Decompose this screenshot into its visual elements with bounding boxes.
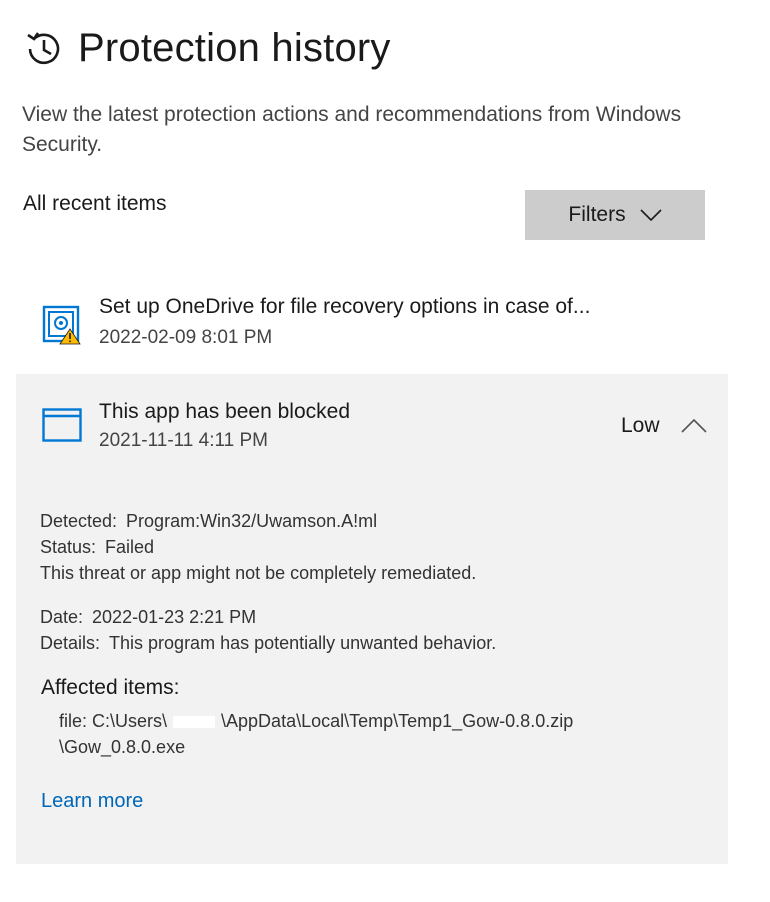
item-date: 2021-11-11 4:11 PM	[99, 430, 268, 451]
chevron-down-icon	[640, 209, 662, 222]
date-value: 2022-01-23 2:21 PM	[92, 607, 257, 627]
history-item[interactable]: Set up OneDrive for file recovery option…	[16, 285, 728, 371]
path-suffix: \AppData\Local\Temp\Temp1_Gow-0.8.0.zip	[221, 711, 574, 731]
app-window-icon	[42, 408, 82, 442]
date-label: Date:	[40, 607, 84, 627]
affected-file-path: file: C:\Users\ \AppData\Local\Temp\Temp1…	[59, 711, 573, 732]
filters-button[interactable]: Filters	[525, 190, 705, 240]
detected-label: Detected:	[40, 511, 118, 531]
status-note: This threat or app might not be complete…	[40, 563, 477, 583]
shield-folder-warning-icon	[42, 305, 81, 345]
history-item-expanded: This app has been blocked 2021-11-11 4:1…	[16, 374, 728, 864]
learn-more-link[interactable]: Learn more	[41, 790, 143, 813]
severity-label: Low	[621, 414, 660, 437]
details-label: Details:	[40, 633, 101, 653]
affected-items-heading: Affected items:	[41, 676, 180, 699]
status-row: Status: Failed	[40, 537, 154, 558]
date-row: Date: 2022-01-23 2:21 PM	[40, 607, 256, 628]
details-value: This program has potentially unwanted be…	[109, 633, 497, 653]
details-row: Details: This program has potentially unw…	[40, 633, 496, 654]
page-title: Protection history	[78, 26, 391, 70]
item-date: 2022-02-09 8:01 PM	[99, 327, 273, 348]
page-description: View the latest protection actions and r…	[22, 103, 682, 156]
status-value: Failed	[105, 537, 155, 557]
status-label: Status:	[40, 537, 97, 557]
detected-value: Program:Win32/Uwamson.A!ml	[126, 511, 378, 531]
item-title: Set up OneDrive for file recovery option…	[99, 295, 591, 318]
page-header: Protection history	[22, 26, 391, 71]
item-title: This app has been blocked	[99, 400, 351, 423]
affected-file-path-continued: \Gow_0.8.0.exe	[59, 737, 186, 757]
chevron-up-icon[interactable]	[681, 418, 707, 434]
detected-row: Detected: Program:Win32/Uwamson.A!ml	[40, 511, 377, 532]
section-label: All recent items	[23, 192, 167, 215]
redacted-username	[173, 716, 216, 729]
filters-label: Filters	[568, 203, 626, 226]
history-clock-icon	[27, 31, 60, 64]
path-prefix: file: C:\Users\	[59, 711, 168, 731]
